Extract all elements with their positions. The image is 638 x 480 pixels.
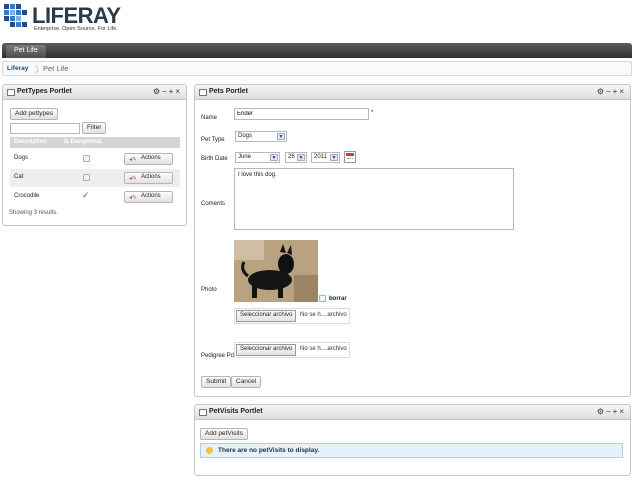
pedigree-upload-status: No se h....archivo [300, 346, 347, 352]
petvisits-portlet: PetVisits Portlet ⚙−+× [194, 404, 631, 476]
nav-tab-pet-life[interactable]: Pet Life [6, 45, 46, 58]
portlet-icon [199, 89, 207, 96]
pettype-select[interactable]: Dogs ▼ [235, 131, 287, 142]
chevron-down-icon: ▼ [330, 154, 338, 161]
petvisits-portlet-titlebar: PetVisits Portlet ⚙−+× [195, 405, 630, 420]
row-description: Dogs [14, 155, 29, 161]
info-icon [206, 447, 213, 454]
portlet-options-icon[interactable]: ⚙ [153, 87, 162, 96]
actions-wrench-icon: ◂✎ [129, 176, 138, 182]
pettypes-filter-input[interactable] [10, 123, 80, 134]
minimize-icon[interactable]: − [606, 407, 613, 416]
add-pettypes-button[interactable]: Add pettypes [10, 108, 58, 120]
main-navigation: Pet Life [2, 43, 632, 58]
portlet-icon [7, 89, 15, 96]
pettypes-table-header: Description Is Dangerous [10, 137, 180, 148]
birth-date-label: Birth Date [201, 156, 228, 162]
add-petvisits-button[interactable]: Add petVisits [200, 428, 248, 440]
photo-upload-button[interactable]: Seleccionar archivo [236, 310, 297, 322]
liferay-logo[interactable]: LIFERAY Enterprise. Open Source. For Lif… [4, 2, 144, 36]
name-field[interactable] [234, 108, 369, 120]
logo-tagline: Enterprise. Open Source. For Life. [34, 26, 118, 32]
row-description: Cat [14, 174, 24, 180]
required-mark: * [371, 110, 374, 116]
filter-button[interactable]: Filter [82, 122, 107, 134]
row-description: Crocodile [14, 193, 40, 199]
dog-photo-image [234, 240, 318, 302]
minimize-icon[interactable]: − [162, 87, 169, 96]
breadcrumb: Liferay 〉 Pet Life [2, 61, 632, 76]
empty-message-box: There are no petVisits to display. [200, 443, 623, 458]
pet-photo [234, 240, 318, 302]
comments-textarea[interactable]: I love this dog. [234, 168, 514, 230]
photo-label: Photo [201, 287, 217, 293]
portlet-options-icon[interactable]: ⚙ [597, 407, 606, 416]
chevron-down-icon: ▼ [297, 154, 305, 161]
chevron-down-icon: ▼ [270, 154, 278, 161]
pedigree-upload-button[interactable]: Seleccionar archivo [236, 344, 297, 356]
empty-message: There are no petVisits to display. [218, 447, 320, 454]
actions-button[interactable]: ◂✎ Actions [124, 191, 173, 203]
portlet-options-icon[interactable]: ⚙ [597, 87, 606, 96]
minimize-icon[interactable]: − [606, 87, 613, 96]
comments-label: Coments [201, 201, 226, 207]
pedigree-upload[interactable]: Seleccionar archivo No se h....archivo [234, 342, 350, 358]
pets-portlet-titlebar: Pets Portlet ⚙−+× [195, 85, 630, 100]
portlet-icon [199, 409, 207, 416]
submit-button[interactable]: Submit [201, 376, 232, 388]
borrar-label: borrar [329, 296, 347, 302]
pets-portlet-title: Pets Portlet [209, 88, 248, 95]
portlet-controls[interactable]: ⚙−+× [597, 87, 626, 96]
actions-wrench-icon: ◂✎ [129, 157, 138, 163]
birth-year-select[interactable]: 2011 ▼ [311, 152, 340, 163]
close-icon[interactable]: × [619, 87, 626, 96]
birth-month-select[interactable]: June ▼ [235, 152, 280, 163]
column-description[interactable]: Description [14, 139, 47, 145]
close-icon[interactable]: × [619, 407, 626, 416]
column-is-dangerous[interactable]: Is Dangerous [64, 139, 102, 145]
dangerous-checkbox [83, 174, 90, 181]
pedigree-label: Pedigree Pdf [201, 353, 236, 359]
actions-wrench-icon: ◂✎ [129, 195, 138, 201]
actions-button[interactable]: ◂✎ Actions [124, 172, 173, 184]
dangerous-checkbox [83, 155, 90, 162]
cancel-button[interactable]: Cancel [231, 376, 262, 388]
breadcrumb-item-pet-life[interactable]: Pet Life [43, 64, 68, 73]
liferay-logo-icon [4, 4, 30, 30]
borrar-checkbox[interactable] [319, 295, 326, 302]
petvisits-portlet-title: PetVisits Portlet [209, 408, 263, 415]
photo-upload[interactable]: Seleccionar archivo No se h....archivo [234, 308, 350, 324]
actions-button[interactable]: ◂✎ Actions [124, 153, 173, 165]
table-row: Crocodile ✓ ◂✎ Actions [10, 188, 180, 206]
pettypes-portlet-title: PetTypes Portlet [17, 88, 72, 95]
table-row: Dogs ◂✎ Actions [10, 150, 180, 168]
name-label: Name [201, 115, 218, 121]
results-count: Showing 3 results. [9, 210, 59, 216]
photo-upload-status: No se h....archivo [300, 312, 347, 318]
table-row: Cat ◂✎ Actions [10, 169, 180, 187]
birth-day-select[interactable]: 26 ▼ [285, 152, 307, 163]
calendar-icon[interactable] [344, 151, 356, 163]
portlet-controls[interactable]: ⚙−+× [597, 407, 626, 416]
pettype-label: Pet Type [201, 137, 225, 143]
dangerous-check-icon: ✓ [82, 190, 90, 200]
portlet-controls[interactable]: ⚙−+× [153, 87, 182, 96]
chevron-down-icon: ▼ [277, 133, 285, 140]
breadcrumb-item-liferay[interactable]: Liferay [7, 65, 28, 72]
pettypes-portlet-titlebar: PetTypes Portlet ⚙−+× [3, 85, 186, 100]
close-icon[interactable]: × [175, 87, 182, 96]
